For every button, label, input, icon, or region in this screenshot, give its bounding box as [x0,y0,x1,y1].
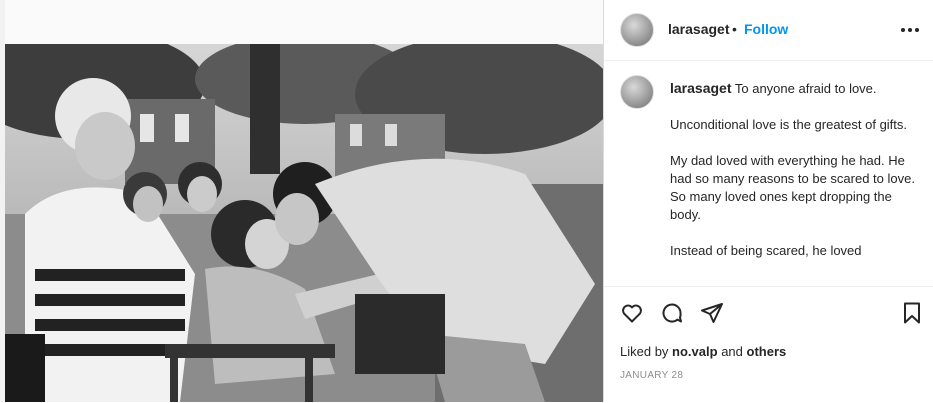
caption-line-2: Unconditional love is the greatest of gi… [670,117,908,132]
media-top-margin [5,0,603,44]
caption-line-4: Instead of being scared, he loved [670,243,862,258]
caption-author-avatar[interactable] [620,75,654,109]
post-actions: Liked by no.valp and others JANUARY 28 [604,286,933,403]
heart-icon[interactable] [620,301,644,325]
post-photo-illustration [5,44,603,402]
likes-summary: Liked by no.valp and others [620,344,786,359]
liked-by-user[interactable]: no.valp [672,344,718,359]
caption-line-3: My dad loved with everything he had. He … [670,153,915,222]
share-icon[interactable] [700,301,724,325]
post-photo[interactable] [5,44,603,402]
post-side-panel: larasaget • Follow larasaget To anyone a… [604,0,933,402]
caption-line-1: To anyone afraid to love. [734,81,877,96]
caption-username[interactable]: larasaget [670,80,731,96]
post-header: larasaget • Follow [604,0,933,61]
comments-area[interactable]: larasaget To anyone afraid to love. Unco… [604,61,933,286]
more-options-icon[interactable] [900,20,922,38]
post-caption: larasaget To anyone afraid to love. Unco… [670,79,916,278]
bookmark-icon[interactable] [900,301,924,325]
liked-by-others[interactable]: others [747,344,787,359]
liked-by-prefix: Liked by [620,344,669,359]
author-avatar[interactable] [620,13,654,47]
post-date[interactable]: JANUARY 28 [620,370,683,381]
liked-by-and: and [721,344,743,359]
separator-dot: • [732,21,737,37]
author-username[interactable]: larasaget [668,21,729,37]
follow-button[interactable]: Follow [744,21,788,37]
comment-icon[interactable] [660,301,684,325]
